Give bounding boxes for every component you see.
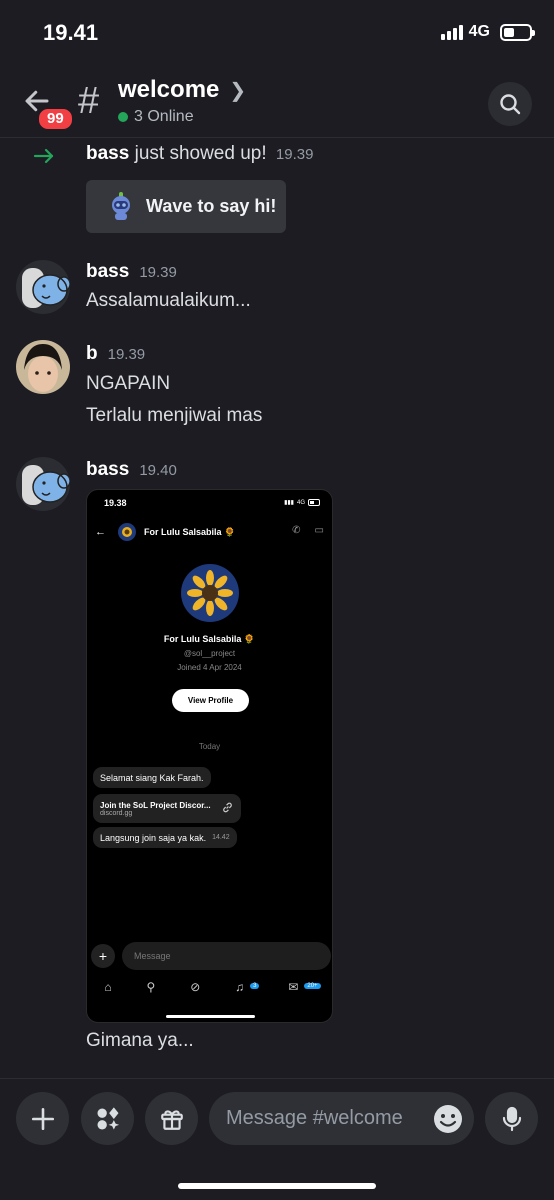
- status-icons: 4G: [440, 23, 535, 41]
- join-arrow-icon: [33, 148, 54, 164]
- embed-network: 4G: [296, 499, 305, 506]
- gift-icon: [160, 1109, 183, 1130]
- bt21-koya-avatar-icon: [22, 268, 70, 308]
- wave-label: Wave to say hi!: [146, 196, 277, 216]
- message-author[interactable]: bass 19.40: [86, 459, 177, 481]
- message-item: bass 19.39 Assalamualaikum...: [0, 258, 554, 318]
- gift-button[interactable]: [145, 1092, 198, 1145]
- message-text: Gimana ya...: [86, 1030, 194, 1051]
- embed-bell-icon: ♫ 3: [235, 980, 260, 1000]
- embed-dm-header: ← For Lulu Salsabila 🌻 ✆ ▭: [95, 522, 324, 542]
- embed-profile-handle: @sol__project: [183, 649, 236, 658]
- embed-home-indicator: [166, 1015, 255, 1018]
- chevron-right-icon: ❯: [229, 79, 247, 102]
- avatar[interactable]: [16, 260, 70, 314]
- embed-call-icons: ✆ ▭: [292, 525, 324, 536]
- message-item: b 19.39 NGAPAIN Terlalu menjiwai mas: [0, 340, 554, 430]
- message-text: Assalamualaikum...: [86, 290, 251, 311]
- apps-icon: [97, 1106, 119, 1129]
- embed-link-url: discord.gg: [100, 809, 133, 817]
- hash-icon: #: [78, 80, 100, 122]
- channel-name: welcome: [118, 76, 220, 103]
- add-attachment-button[interactable]: [16, 1092, 69, 1145]
- embed-message-input: Message: [122, 942, 331, 970]
- signal-icon: [440, 24, 463, 40]
- join-timestamp: 19.39: [275, 146, 314, 163]
- embed-sunflower-avatar-icon: [118, 523, 136, 541]
- composer-bar: Message #welcome: [0, 1078, 554, 1200]
- embed-link-icon: [223, 802, 232, 813]
- embed-link-card: Join the SoL Project Discor... discord.g…: [93, 794, 241, 823]
- embed-message-bubble: Langsung join saja ya kak. 14.42: [93, 827, 237, 848]
- message-timestamp: 19.39: [107, 346, 146, 363]
- embed-status-time: 19.38: [104, 498, 127, 508]
- embed-back-icon: ←: [95, 526, 106, 538]
- embed-search-icon: ⚲: [146, 980, 156, 994]
- online-text: 3 Online: [134, 108, 194, 125]
- embed-plus-icon: +: [91, 944, 115, 968]
- emoji-icon[interactable]: [432, 1103, 464, 1135]
- avatar[interactable]: [16, 340, 70, 394]
- join-text: bass just showed up! 19.39: [86, 143, 313, 165]
- embed-message-text: Langsung join saja ya kak.: [100, 832, 207, 843]
- embed-composer: + Message: [91, 942, 331, 970]
- join-username[interactable]: bass: [86, 143, 129, 164]
- message-item: bass 19.40: [0, 455, 554, 511]
- embed-battery-icon: [308, 499, 320, 506]
- status-time: 19.41: [43, 20, 99, 45]
- embed-date-divider: Today: [198, 742, 221, 751]
- embed-status-icons: ▮▮▮ 4G: [284, 499, 320, 506]
- embed-message-bubble: Selamat siang Kak Farah.: [93, 767, 211, 788]
- image-attachment[interactable]: 19.38 ▮▮▮ 4G ← For Lulu Salsabila 🌻 ✆ ▭: [86, 489, 333, 1023]
- message-author[interactable]: b 19.39: [86, 343, 145, 365]
- message-text: Terlalu menjiwai mas: [86, 405, 263, 426]
- apps-button[interactable]: [81, 1092, 134, 1145]
- online-dot-icon: [118, 112, 128, 122]
- embed-tab-bar: ⌂ ⚲ ⊘ ♫ 3 ✉ 20+: [87, 980, 332, 1000]
- unread-badge: 99: [36, 106, 75, 132]
- bt21-koya-avatar-icon: [22, 465, 70, 505]
- embed-view-profile-button: View Profile: [172, 689, 249, 712]
- embed-signal-icon: ▮▮▮: [284, 500, 294, 506]
- embed-phone-icon: ✆: [292, 525, 301, 536]
- network-type: 4G: [468, 23, 490, 40]
- join-label: just showed up!: [134, 143, 267, 164]
- message-input-placeholder: Message #welcome: [226, 1107, 403, 1129]
- wave-button[interactable]: Wave to say hi!: [86, 180, 286, 233]
- embed-dm-title: For Lulu Salsabila 🌻: [144, 526, 236, 537]
- voice-message-button[interactable]: [485, 1092, 538, 1145]
- embed-grok-icon: ⊘: [190, 980, 201, 994]
- photo-avatar-icon: [16, 340, 70, 394]
- battery-icon: [500, 23, 535, 41]
- embed-link-title: Join the SoL Project Discor...: [100, 800, 211, 810]
- plus-icon: [31, 1107, 54, 1130]
- message-input[interactable]: Message #welcome: [209, 1092, 474, 1145]
- embed-video-icon: ▭: [314, 525, 324, 536]
- embed-messages-badge: 20+: [304, 983, 321, 989]
- message-timestamp: 19.40: [139, 462, 177, 479]
- embed-joined-date: Joined 4 Apr 2024: [177, 663, 242, 672]
- home-indicator: [178, 1183, 376, 1189]
- status-bar: 19.41 4G: [0, 0, 554, 66]
- message-timestamp: 19.39: [139, 264, 177, 281]
- message-text: NGAPAIN: [86, 373, 171, 394]
- search-button[interactable]: [488, 82, 532, 126]
- search-icon: [500, 94, 521, 115]
- embed-message-time: 14.42: [212, 834, 230, 841]
- wumpus-wave-icon: [112, 191, 130, 220]
- embed-home-icon: ⌂: [104, 980, 112, 994]
- online-count: 3 Online: [118, 108, 194, 126]
- channel-header: 99 # welcome ❯ 3 Online: [0, 66, 554, 138]
- embed-profile-name: For Lulu Salsabila 🌻: [163, 634, 256, 644]
- avatar[interactable]: [16, 457, 70, 511]
- embed-mail-icon: ✉ 20+: [288, 980, 321, 1000]
- join-message: bass just showed up! 19.39: [0, 140, 554, 176]
- embed-profile-avatar: [181, 564, 239, 622]
- message-author[interactable]: bass 19.39: [86, 261, 177, 283]
- channel-title[interactable]: welcome ❯: [118, 76, 246, 104]
- microphone-icon: [502, 1106, 521, 1131]
- sunflower-icon: [187, 570, 233, 616]
- embed-notification-badge: 3: [250, 983, 260, 989]
